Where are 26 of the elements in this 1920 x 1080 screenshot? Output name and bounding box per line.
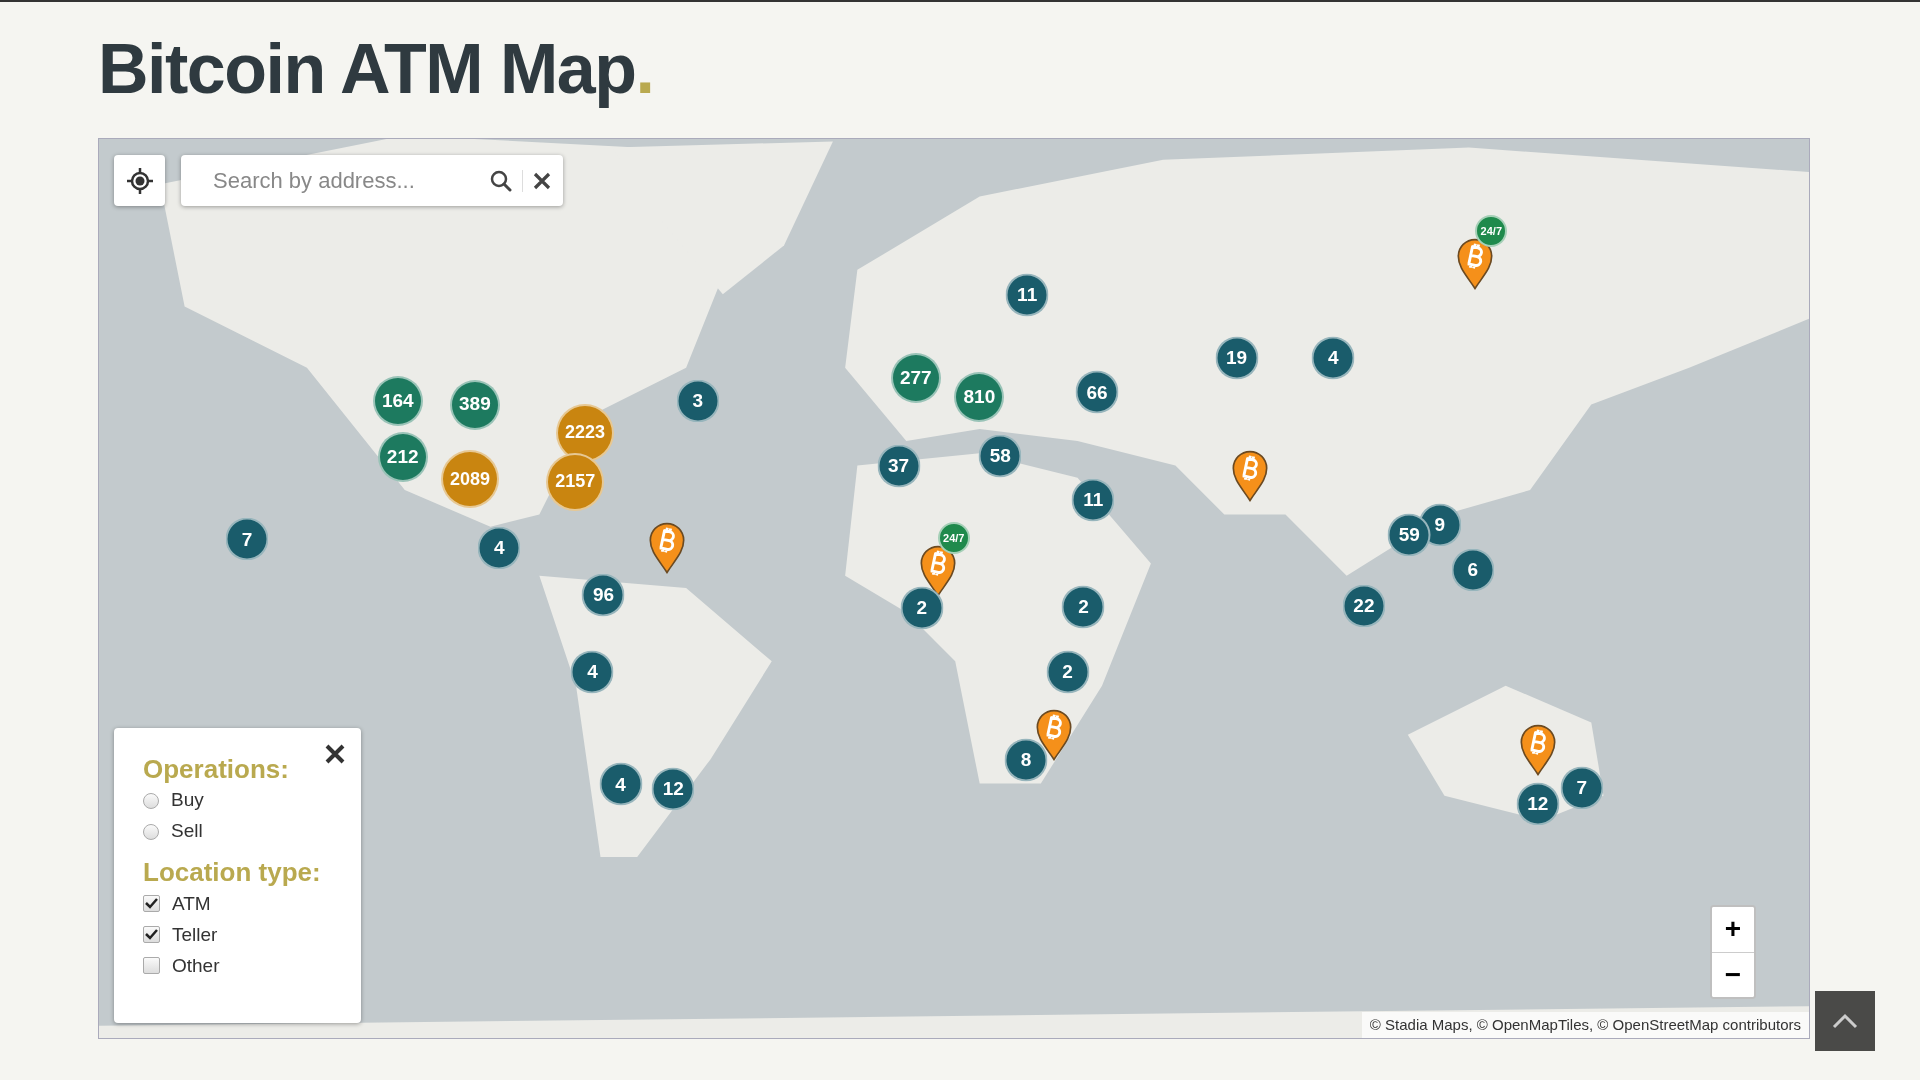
- title-accent-dot: .: [635, 30, 654, 108]
- search-bar[interactable]: Search by address...: [181, 155, 563, 206]
- filter-heading: Location type:: [143, 857, 322, 889]
- search-icon[interactable]: [490, 169, 512, 192]
- back-to-top-button[interactable]: [1815, 991, 1875, 1051]
- option-label: Buy: [171, 788, 204, 813]
- radio-button[interactable]: [143, 823, 159, 840]
- option-label: Other: [172, 953, 220, 978]
- checkbox[interactable]: [143, 895, 160, 913]
- chevron-up-icon: [1832, 1013, 1858, 1029]
- close-icon[interactable]: [533, 171, 551, 190]
- page-title: Bitcoin ATM Map: [98, 30, 636, 108]
- option-label: Sell: [171, 819, 203, 844]
- map-pin-icon[interactable]: [1230, 448, 1270, 503]
- zoom-out-button[interactable]: −: [1712, 951, 1754, 997]
- checkbox[interactable]: [143, 957, 160, 975]
- filter-heading: Operations:: [143, 754, 290, 786]
- checkbox[interactable]: [143, 926, 160, 944]
- locate-button[interactable]: [114, 155, 165, 206]
- option-label: Teller: [172, 922, 218, 947]
- search-field[interactable]: Search by address...: [211, 163, 480, 198]
- close-icon[interactable]: [325, 744, 345, 764]
- crosshair-icon: [125, 166, 154, 195]
- map-attribution: © Stadia Maps, © OpenMapTiles, © OpenStreetMap contributors: [1361, 1011, 1809, 1038]
- radio-button[interactable]: [143, 792, 159, 809]
- option-label: ATM: [172, 891, 211, 916]
